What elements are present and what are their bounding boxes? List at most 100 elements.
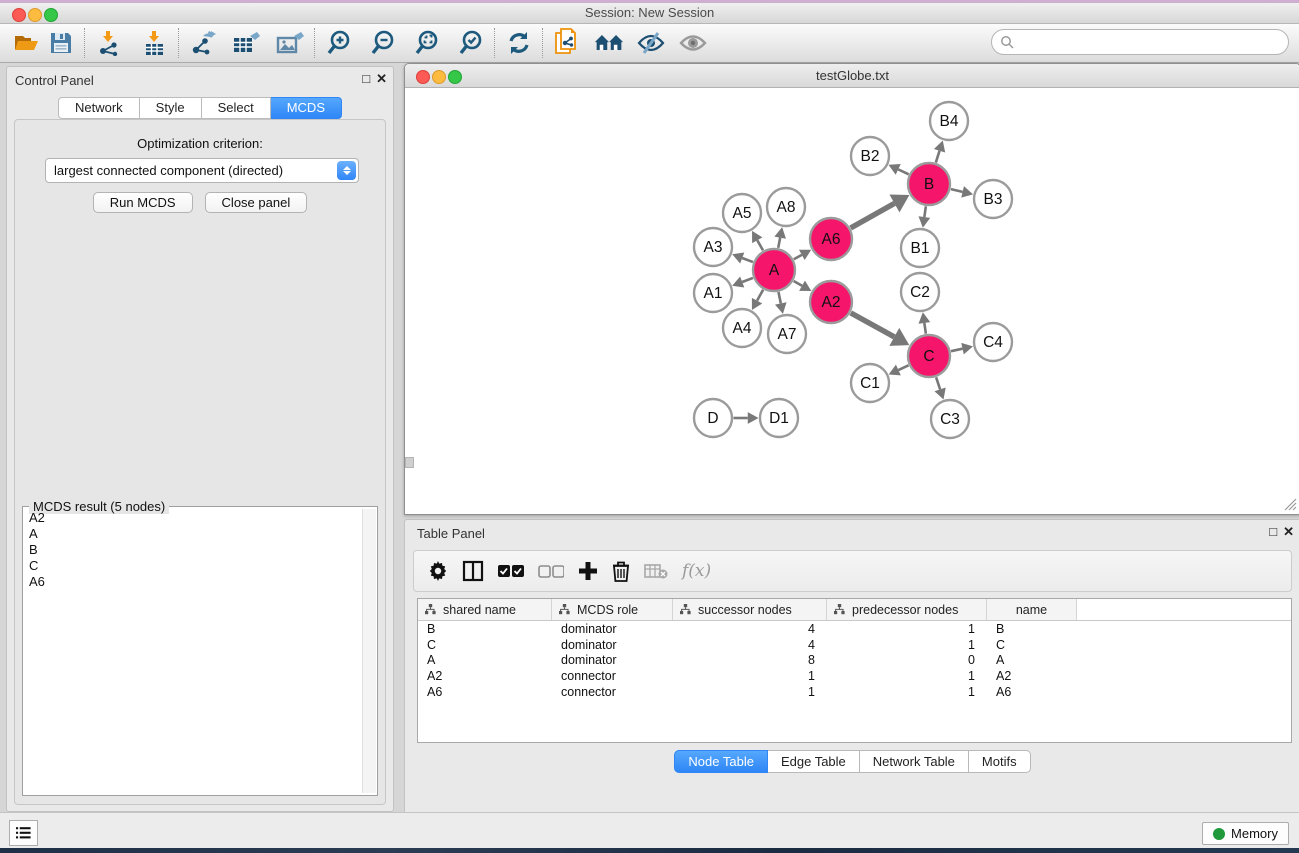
edge-C-C4[interactable] <box>951 349 963 352</box>
table-cell[interactable]: A2 <box>418 669 552 683</box>
table-settings-button[interactable] <box>428 561 448 581</box>
show-graphics-button[interactable] <box>676 27 710 59</box>
refresh-view-button[interactable] <box>502 27 536 59</box>
result-list-scrollbar[interactable] <box>362 509 376 793</box>
edge-A-A7[interactable] <box>778 292 780 303</box>
table-row[interactable]: A6connector11A6 <box>418 684 1291 700</box>
edge-A-A2[interactable] <box>794 281 802 286</box>
edge-C-C3[interactable] <box>936 377 940 389</box>
edge-B-B4[interactable] <box>936 151 940 163</box>
home-layout-button[interactable] <box>592 27 626 59</box>
table-cell[interactable]: A2 <box>987 669 1077 683</box>
edge-A-A1[interactable] <box>742 278 753 282</box>
memory-button[interactable]: Memory <box>1202 822 1289 845</box>
column-header-name[interactable]: name <box>987 599 1077 620</box>
table-cell[interactable]: A6 <box>418 685 552 699</box>
mcds-result-item[interactable]: C <box>25 558 361 574</box>
float-panel-icon[interactable]: □ <box>362 71 370 87</box>
table-cell[interactable]: A6 <box>987 685 1077 699</box>
tab-node-table[interactable]: Node Table <box>674 750 768 773</box>
zoom-selected-button[interactable] <box>454 27 488 59</box>
table-cell[interactable]: dominator <box>552 653 673 667</box>
function-builder-button[interactable]: f(x) <box>682 561 711 581</box>
mcds-result-item[interactable]: A <box>25 526 361 542</box>
select-all-columns-button[interactable] <box>498 564 524 578</box>
edge-B-B2[interactable] <box>898 169 908 174</box>
window-resize-grip[interactable] <box>1284 498 1297 511</box>
table-cell[interactable]: 1 <box>827 685 987 699</box>
delete-columns-button[interactable] <box>612 561 630 582</box>
table-cell[interactable]: 1 <box>827 622 987 636</box>
criterion-dropdown[interactable]: largest connected component (directed) <box>45 158 359 183</box>
edge-A-A8[interactable] <box>778 238 780 248</box>
table-row[interactable]: Cdominator41C <box>418 637 1291 653</box>
unselect-all-columns-button[interactable] <box>538 564 564 578</box>
search-input[interactable] <box>1014 32 1288 52</box>
table-cell[interactable]: C <box>418 638 552 652</box>
tab-network[interactable]: Network <box>58 97 140 119</box>
table-cell[interactable]: 0 <box>827 653 987 667</box>
table-cell[interactable]: 1 <box>673 669 827 683</box>
table-cell[interactable]: connector <box>552 685 673 699</box>
table-cell[interactable]: 1 <box>827 638 987 652</box>
table-row[interactable]: Bdominator41B <box>418 621 1291 637</box>
tab-mcds[interactable]: MCDS <box>271 97 342 119</box>
table-cell[interactable]: B <box>987 622 1077 636</box>
table-cell[interactable]: connector <box>552 669 673 683</box>
close-table-panel-icon[interactable]: ✕ <box>1283 524 1294 540</box>
edge-B-B1[interactable] <box>924 206 926 217</box>
copy-network-button[interactable] <box>550 27 584 59</box>
save-session-button[interactable] <box>44 27 78 59</box>
table-cell[interactable]: 4 <box>673 638 827 652</box>
close-panel-button[interactable]: Close panel <box>205 192 308 213</box>
tab-edge-table[interactable]: Edge Table <box>768 750 860 773</box>
mcds-result-item[interactable]: A6 <box>25 574 361 590</box>
canvas-scroll-nub[interactable] <box>405 457 414 468</box>
edge-A6-B[interactable] <box>851 203 895 228</box>
close-panel-icon[interactable]: ✕ <box>376 71 387 87</box>
table-row[interactable]: A2connector11A2 <box>418 668 1291 684</box>
float-table-panel-icon[interactable]: □ <box>1269 524 1277 540</box>
table-cell[interactable]: 1 <box>827 669 987 683</box>
zoom-out-button[interactable] <box>366 27 400 59</box>
zoom-fit-button[interactable] <box>410 27 444 59</box>
node-attribute-table[interactable]: shared nameMCDS rolesuccessor nodesprede… <box>417 598 1292 743</box>
table-cell[interactable]: B <box>418 622 552 636</box>
edge-A-A4[interactable] <box>757 290 763 301</box>
network-canvas[interactable]: B4B2BB3A8A5A6A3B1AC2A1A2A4A7C4CC1DD1C3 <box>406 88 1299 513</box>
add-column-button[interactable] <box>578 561 598 581</box>
delete-table-button[interactable] <box>644 563 668 579</box>
tab-motifs[interactable]: Motifs <box>969 750 1031 773</box>
edge-C-C1[interactable] <box>898 365 908 370</box>
table-cell[interactable]: A <box>987 653 1077 667</box>
column-layout-button[interactable] <box>462 560 484 582</box>
edge-A-A3[interactable] <box>742 258 753 262</box>
zoom-in-button[interactable] <box>322 27 356 59</box>
edge-A-A6[interactable] <box>794 255 802 259</box>
table-cell[interactable]: dominator <box>552 622 673 636</box>
run-mcds-button[interactable]: Run MCDS <box>93 192 193 213</box>
table-cell[interactable]: A <box>418 653 552 667</box>
import-table-button[interactable] <box>138 27 172 59</box>
export-table-button[interactable] <box>230 27 264 59</box>
edge-B-B3[interactable] <box>951 189 963 192</box>
table-cell[interactable]: 1 <box>673 685 827 699</box>
open-file-button[interactable] <box>10 27 44 59</box>
mcds-result-item[interactable]: B <box>25 542 361 558</box>
table-row[interactable]: Adominator80A <box>418 652 1291 668</box>
edge-A-A5[interactable] <box>757 240 763 250</box>
task-history-button[interactable] <box>9 820 38 846</box>
export-image-button[interactable] <box>274 27 308 59</box>
column-header-successor-nodes[interactable]: successor nodes <box>673 599 827 620</box>
mcds-result-item[interactable]: A2 <box>25 510 361 526</box>
edge-A2-C[interactable] <box>851 313 895 337</box>
tab-style[interactable]: Style <box>140 97 202 119</box>
export-network-button[interactable] <box>186 27 220 59</box>
tab-select[interactable]: Select <box>202 97 271 119</box>
table-cell[interactable]: 8 <box>673 653 827 667</box>
edge-C-C2[interactable] <box>924 323 926 334</box>
table-cell[interactable]: dominator <box>552 638 673 652</box>
column-header-predecessor-nodes[interactable]: predecessor nodes <box>827 599 987 620</box>
column-header-MCDS-role[interactable]: MCDS role <box>552 599 673 620</box>
import-network-button[interactable] <box>92 27 126 59</box>
